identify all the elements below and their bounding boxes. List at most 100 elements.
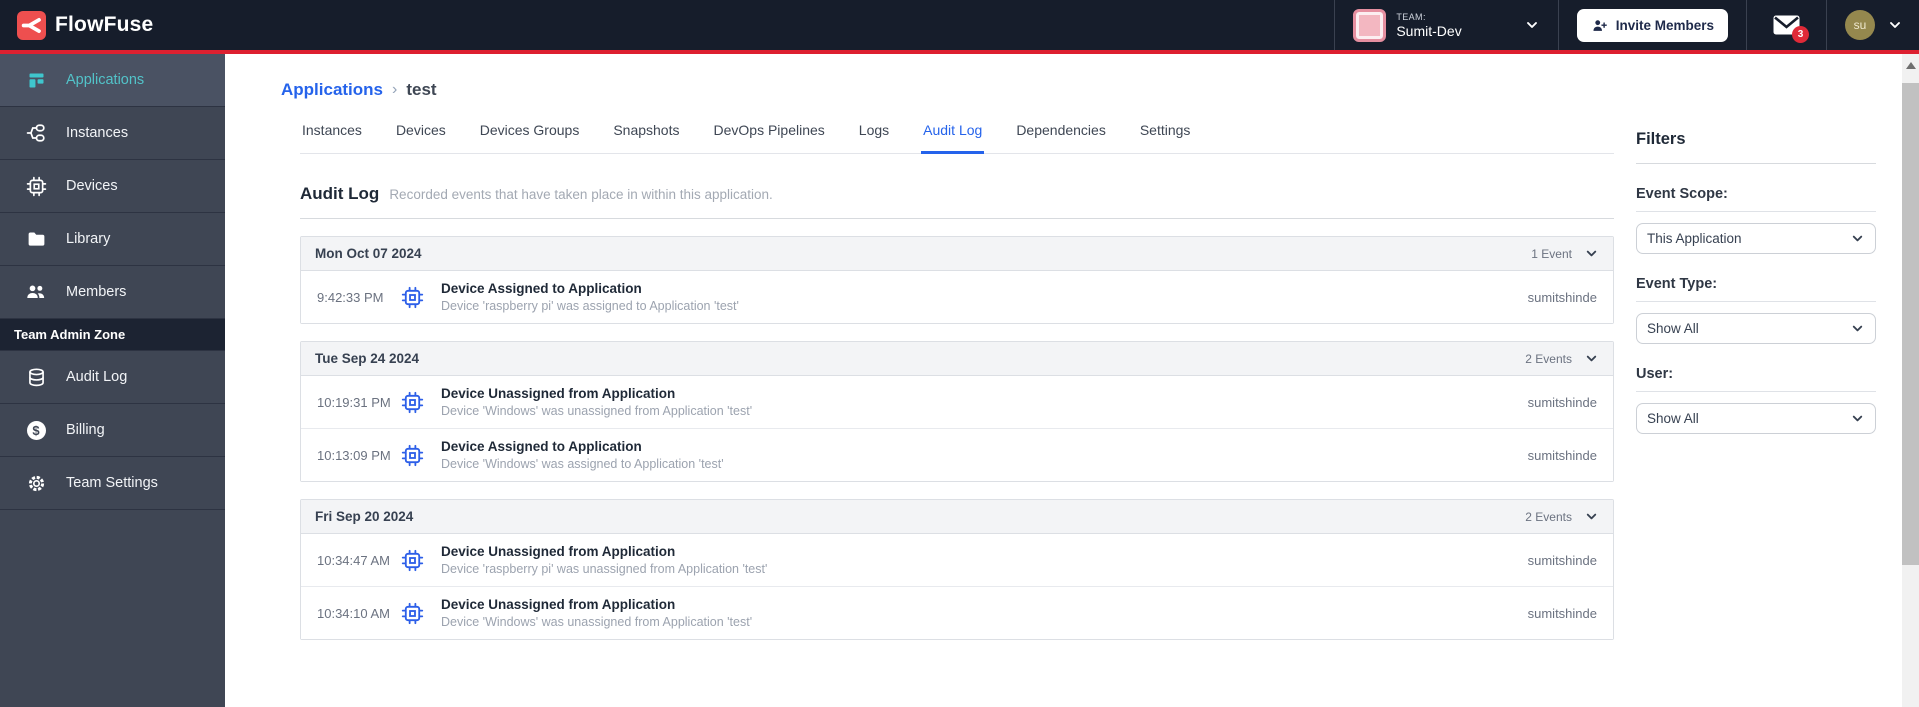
sidebar-item-label: Library (66, 231, 111, 247)
chevron-down-icon (1887, 17, 1903, 33)
team-caption: TEAM: (1396, 11, 1426, 22)
invite-members-button[interactable]: Invite Members (1576, 8, 1728, 42)
sidebar-item-billing[interactable]: $ Billing (0, 404, 225, 457)
chevron-down-icon (1850, 231, 1865, 246)
sidebar-item-audit-log[interactable]: Audit Log (0, 351, 225, 404)
sidebar-item-applications[interactable]: Applications (0, 54, 225, 107)
tab-dependencies[interactable]: Dependencies (1014, 116, 1108, 153)
breadcrumb-current: test (406, 80, 437, 99)
tab-devops-pipelines[interactable]: DevOps Pipelines (712, 116, 827, 153)
sidebar-item-instances[interactable]: Instances (0, 107, 225, 160)
sidebar-item-library[interactable]: Library (0, 213, 225, 266)
sidebar-item-label: Billing (66, 422, 105, 438)
tab-audit-log[interactable]: Audit Log (921, 116, 985, 154)
chevron-down-icon (1584, 509, 1599, 524)
profile-menu[interactable]: su (1826, 0, 1919, 50)
audit-date-group: Tue Sep 24 2024 2 Events 10:19:31 PM Dev… (300, 341, 1614, 482)
tab-devices[interactable]: Devices (394, 116, 448, 153)
event-description: Device 'Windows' was unassigned from App… (441, 615, 753, 629)
billing-icon: $ (25, 419, 47, 441)
event-time: 10:19:31 PM (317, 394, 391, 410)
event-user: sumitshinde (1527, 552, 1597, 568)
audit-group-header[interactable]: Mon Oct 07 2024 1 Event (301, 237, 1613, 271)
event-time: 10:34:47 AM (317, 552, 390, 568)
team-name: Sumit-Dev (1396, 22, 1462, 39)
event-user: sumitshinde (1527, 605, 1597, 621)
team-admin-zone-header: Team Admin Zone (0, 319, 225, 351)
sidebar-item-label: Audit Log (66, 369, 128, 385)
filter-select-event-type[interactable]: Show All (1636, 313, 1876, 344)
vertical-scrollbar[interactable] (1902, 54, 1919, 707)
sidebar-item-label: Devices (66, 178, 118, 194)
group-event-count: 2 Events (1525, 509, 1572, 524)
sidebar-item-label: Members (66, 284, 127, 300)
event-description: Device 'Windows' was unassigned from App… (441, 404, 753, 418)
flowfuse-logo-icon (17, 10, 46, 40)
flowfuse-brand[interactable]: FlowFuse (0, 10, 154, 40)
filter-field: Event Scope: This Application (1636, 186, 1876, 254)
brand-accent-line (0, 50, 1919, 54)
filter-label: Event Scope: (1636, 186, 1876, 212)
filter-select-user[interactable]: Show All (1636, 403, 1876, 434)
user-plus-icon (1591, 17, 1608, 34)
event-title: Device Unassigned from Application (441, 386, 676, 401)
breadcrumb-separator: › (392, 81, 398, 98)
device-chip-icon (401, 602, 425, 625)
settings-icon (25, 472, 47, 494)
brand-name: FlowFuse (55, 13, 154, 36)
event-description: Device 'Windows' was assigned to Applica… (441, 457, 724, 471)
event-user: sumitshinde (1527, 289, 1597, 305)
sidebar: Applications Instances Devices Library M… (0, 54, 225, 707)
applications-icon (25, 69, 47, 91)
scrollbar-thumb[interactable] (1902, 83, 1919, 565)
audit-event-row: 10:13:09 PM Device Assigned to Applicati… (301, 428, 1613, 481)
members-icon (25, 281, 47, 303)
event-title: Device Unassigned from Application (441, 544, 676, 559)
scrollbar-up-arrow[interactable] (1905, 62, 1916, 69)
event-time: 10:34:10 AM (317, 605, 390, 621)
group-event-count: 2 Events (1525, 351, 1572, 366)
filter-select-event-scope[interactable]: This Application (1636, 223, 1876, 254)
notification-badge: 3 (1792, 26, 1809, 43)
audit-date-group: Mon Oct 07 2024 1 Event 9:42:33 PM Devic… (300, 236, 1614, 324)
sidebar-item-label: Team Settings (66, 475, 158, 491)
event-description: Device 'raspberry pi' was assigned to Ap… (441, 299, 739, 313)
filters-panel: Filters Event Scope: This Application Ev… (1636, 116, 1876, 640)
group-event-count: 1 Event (1531, 246, 1572, 261)
tab-settings[interactable]: Settings (1138, 116, 1193, 153)
audit-event-row: 10:34:10 AM Device Unassigned from Appli… (301, 586, 1613, 639)
filter-label: Event Type: (1636, 276, 1876, 302)
event-title: Device Assigned to Application (441, 439, 642, 454)
filters-title: Filters (1636, 130, 1686, 148)
heading-divider (300, 218, 1614, 219)
group-date: Tue Sep 24 2024 (315, 351, 420, 366)
sidebar-item-team-settings[interactable]: Team Settings (0, 457, 225, 510)
team-selector[interactable]: TEAM: Sumit-Dev (1334, 0, 1557, 50)
tab-instances[interactable]: Instances (300, 116, 364, 153)
main-content: Applications › test Instances Devices Devi… (225, 54, 1902, 707)
tab-logs[interactable]: Logs (857, 116, 891, 153)
event-title: Device Unassigned from Application (441, 597, 676, 612)
team-avatar (1353, 8, 1387, 42)
audit-date-group: Fri Sep 20 2024 2 Events 10:34:47 AM Dev… (300, 499, 1614, 640)
tab-devices-groups[interactable]: Devices Groups (478, 116, 582, 153)
event-user: sumitshinde (1527, 394, 1597, 410)
sidebar-item-devices[interactable]: Devices (0, 160, 225, 213)
tab-snapshots[interactable]: Snapshots (611, 116, 681, 153)
device-chip-icon (401, 286, 425, 309)
audit-group-header[interactable]: Fri Sep 20 2024 2 Events (301, 500, 1613, 534)
filter-field: User: Show All (1636, 366, 1876, 434)
notifications-section: 3 (1746, 0, 1826, 50)
page-title: Audit Log (300, 184, 380, 203)
breadcrumb: Applications › test (225, 54, 1902, 100)
audit-log-icon (25, 366, 47, 388)
filter-field: Event Type: Show All (1636, 276, 1876, 344)
sidebar-item-members[interactable]: Members (0, 266, 225, 319)
breadcrumb-applications-link[interactable]: Applications (281, 80, 383, 100)
device-chip-icon (401, 444, 425, 467)
audit-group-header[interactable]: Tue Sep 24 2024 2 Events (301, 342, 1613, 376)
sidebar-item-label: Instances (66, 125, 129, 141)
sidebar-item-label: Applications (66, 72, 145, 88)
notifications-button[interactable]: 3 (1773, 15, 1809, 43)
device-chip-icon (401, 549, 425, 572)
